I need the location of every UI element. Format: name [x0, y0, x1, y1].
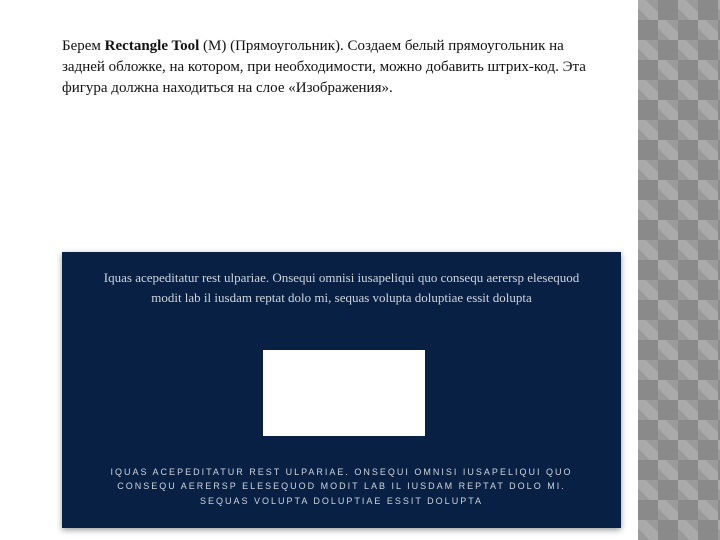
cover-preview-panel: Iquas acepeditatur rest ulpariae. Onsequ…: [62, 252, 621, 528]
barcode-white-rectangle: [263, 350, 425, 436]
instruction-bold: Rectangle Tool: [105, 38, 200, 54]
cover-top-placeholder-text: Iquas acepeditatur rest ulpariae. Onsequ…: [102, 268, 581, 307]
instruction-paragraph: Берем Rectangle Tool (M) (Прямоугольник)…: [62, 36, 592, 99]
cover-bottom-placeholder-text: IQUAS ACEPEDITATUR REST ULPARIAE. ONSEQU…: [98, 465, 585, 508]
instruction-prefix: Берем: [62, 38, 105, 54]
side-diamond-pattern: [638, 0, 720, 540]
